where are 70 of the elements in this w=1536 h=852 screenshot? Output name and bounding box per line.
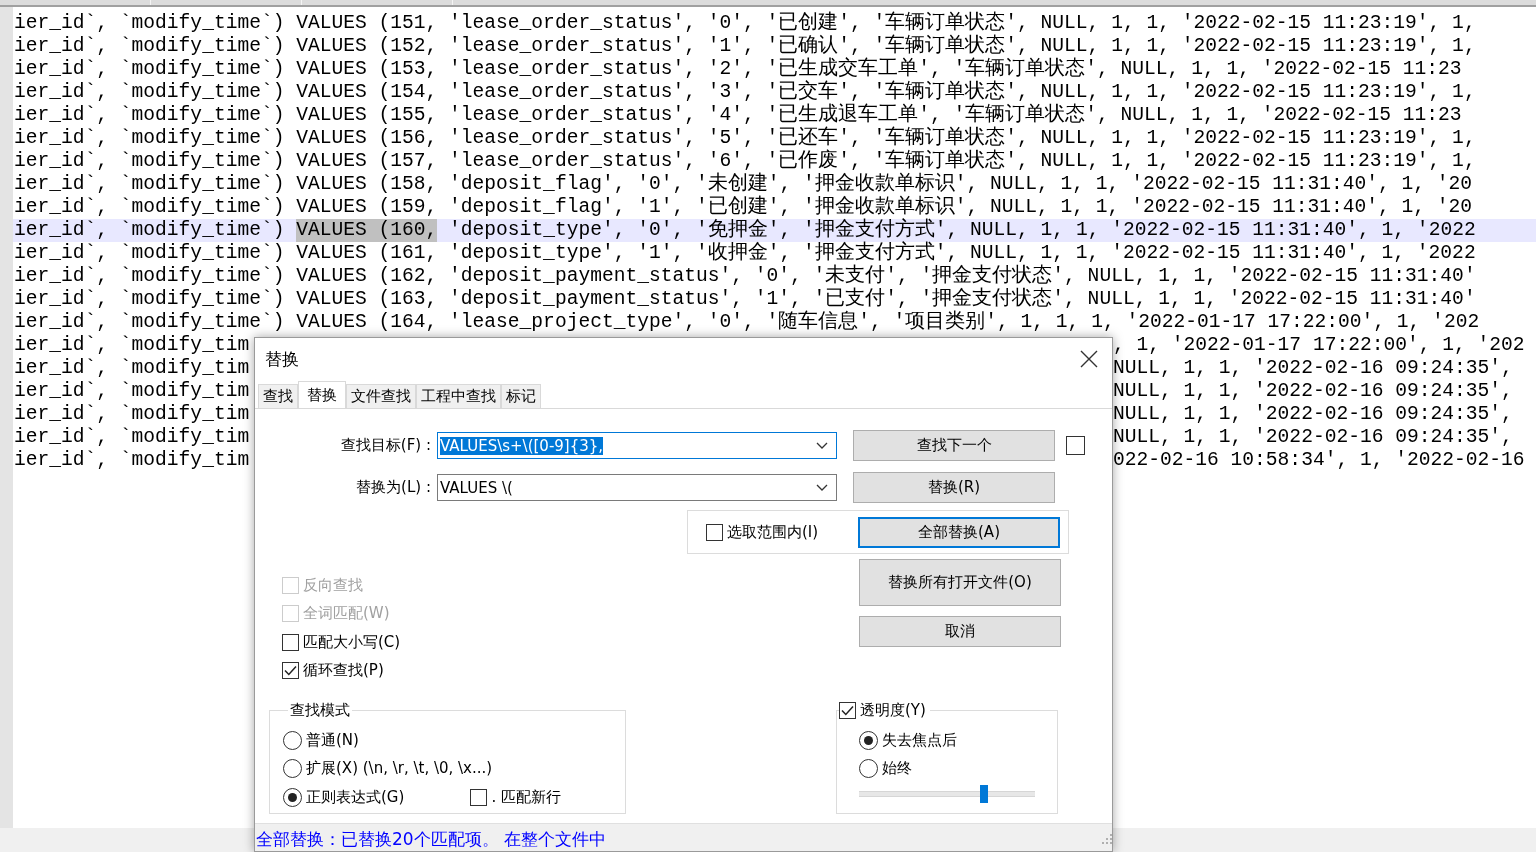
radio-label: 正则表达式(G) <box>306 787 405 807</box>
code-line: ier_id`, `modify_time`) VALUES (156, 'lease_order_status', '5', '已还车', '车辆订单状态', NULL, 1, 1, '2022-02-15 11:23:19', 1, <box>13 127 1477 149</box>
resize-grip-icon[interactable] <box>1102 834 1112 844</box>
code-line: ier_id`, `modify_time`) VALUES (162, 'deposit_payment_status', '0', '未支付', '押金支付状态', NULL, 1, 1, '2022-02-15 11:31:40' <box>13 265 1477 287</box>
field-label: 替换为(L) : <box>355 478 432 497</box>
radio-label: 失去焦点后 <box>882 730 957 750</box>
radio-button[interactable] <box>283 787 302 807</box>
code-line: ier_id`, `modify_time`) VALUES (152, 'lease_order_status', '1', '已确认', '车辆订单状态', NULL, 1, 1, '2022-02-15 11:23:19', 1, <box>13 35 1477 57</box>
radio-label: 普通(N) <box>306 730 359 750</box>
checkbox[interactable] <box>470 788 488 806</box>
code-line: ier_id`, `modify_time`) VALUES (158, 'deposit_flag', '0', '未创建', '押金收款单标识', NULL, 1, 1, '2022-02-15 11:31:40', 1, '20 <box>13 173 1474 195</box>
code-line: ier_id`, `modify_time`) VALUES (155, 'lease_order_status', '4', '已生成退车工单', '车辆订单状态', NULL, 1, 1, '2022-02-15 11:23 <box>13 104 1463 126</box>
checkbox[interactable] <box>839 702 856 719</box>
checkbox-label: 选取范围内(I) <box>727 522 819 542</box>
code-line: ier_id`, `modify_time`) VALUES (157, 'lease_order_status', '6', '已作废', '车辆订单状态', NULL, 1, 1, '2022-02-15 11:23:19', 1, <box>13 150 1477 172</box>
dialog-button[interactable]: 替换所有打开文件(O) <box>859 559 1061 606</box>
tab[interactable]: 工程中查找 <box>416 384 501 408</box>
checkbox[interactable] <box>706 523 723 541</box>
code-line: ier_id`, `modify_time`) VALUES (159, 'deposit_flag', '1', '已创建', '押金收款单标识', NULL, 1, 1, '2022-02-15 11:31:40', 1, '20 <box>13 196 1474 218</box>
field-label: 查找目标(F) : <box>339 436 432 455</box>
code-line: ier_id`, `modify_time`) VALUES (163, 'deposit_payment_status', '1', '已支付', '押金支付状态', NULL, 1, 1, '2022-02-15 11:31:40' <box>13 288 1477 310</box>
checkbox-label: 反向查找 <box>303 575 363 595</box>
code-text: , 1, '2022-01-17 17:22:00', 1, '202 <box>1113 334 1526 357</box>
code-text: NULL, 1, 1, '2022-02-16 09:24:35', <box>1113 403 1514 426</box>
radio-button[interactable] <box>859 759 878 779</box>
group-title: 查找模式 <box>289 701 351 720</box>
dialog-button[interactable]: 全部替换(A) <box>858 516 1060 548</box>
radio-label: 扩展(X) (\n, \r, \t, \0, \x...) <box>306 759 493 779</box>
radio-label: 始终 <box>882 759 912 779</box>
dialog-button[interactable]: 查找下一个 <box>853 430 1055 461</box>
radio-button[interactable] <box>283 730 302 750</box>
checkbox-label: 全词匹配(W) <box>303 604 390 624</box>
checkbox-label: 匹配大小写(C) <box>303 632 401 652</box>
tab[interactable]: 文件查找 <box>346 384 416 408</box>
code-text: NULL, 1, 1, '2022-02-16 09:24:35', <box>1113 380 1514 403</box>
checkbox[interactable] <box>282 662 299 680</box>
checkbox-label: 透明度(Y) <box>860 701 926 720</box>
code-text: 022-02-16 10:58:34', 1, '2022-02-16 <box>1113 449 1526 472</box>
combo-field[interactable]: VALUES \( <box>437 474 837 501</box>
status-text: 全部替换：已替换20个匹配项。 在整个文件中 <box>256 827 607 851</box>
tab[interactable]: 查找 <box>258 384 298 408</box>
code-line: ier_id`, `modify_time`) VALUES (151, 'lease_order_status', '0', '已创建', '车辆订单状态', NULL, 1, 1, '2022-02-15 11:23:19', 1, <box>13 12 1477 34</box>
code-text: NULL, 1, 1, '2022-02-16 09:24:35', <box>1113 426 1514 449</box>
code-line: ier_id`, `modify_time`) VALUES (154, 'lease_order_status', '3', '已交车', '车辆订单状态', NULL, 1, 1, '2022-02-15 11:23:19', 1, <box>13 81 1477 103</box>
checkbox[interactable] <box>1066 436 1085 455</box>
code-text: ier_id`, `modify_tim <box>14 357 250 380</box>
code-text: NULL, 1, 1, '2022-02-16 09:24:35', <box>1113 357 1514 380</box>
dialog-button[interactable]: 替换(R) <box>853 472 1055 503</box>
tab[interactable]: 标记 <box>501 384 541 408</box>
code-text: ier_id`, `modify_tim <box>14 380 250 403</box>
code-line: ier_id`, `modify_time`) VALUES (153, 'lease_order_status', '2', '已生成交车工单', '车辆订单状态', NULL, 1, 1, '2022-02-15 11:23 <box>13 58 1463 80</box>
code-text: ier_id`, `modify_tim <box>14 449 250 472</box>
chevron-icon[interactable] <box>816 483 828 492</box>
slider-thumb[interactable] <box>979 785 988 803</box>
code-line: ier_id`, `modify_time`) VALUES (164, 'lease_project_type', '0', '随车信息', '项目类别', 1, 1, 1, '2022-01-17 17:22:00', 1, '202 <box>13 311 1481 334</box>
checkbox[interactable] <box>282 633 299 651</box>
code-text: ier_id`, `modify_tim <box>14 403 250 426</box>
dialog-title: 替换 <box>265 347 299 371</box>
close-icon[interactable] <box>1080 350 1098 368</box>
checkbox-label: . 匹配新行 <box>491 787 561 807</box>
radio-button[interactable] <box>283 759 302 779</box>
code-text: ier_id`, `modify_tim <box>14 426 250 449</box>
dialog-button[interactable]: 取消 <box>859 616 1061 647</box>
code-line: ier_id`, `modify_time`) VALUES (161, 'deposit_type', '1', '收押金', '押金支付方式', NULL, 1, 1, '2022-02-15 11:31:40', 1, '2022 <box>13 242 1477 264</box>
radio-button[interactable] <box>859 730 878 750</box>
code-text: ier_id`, `modify_tim <box>14 334 250 357</box>
chevron-icon[interactable] <box>816 441 828 450</box>
checkbox-label: 循环查找(P) <box>303 661 384 681</box>
tab[interactable]: 替换 <box>298 381 346 408</box>
combo-field[interactable]: VALUES\s+\([0-9]{3}, <box>437 432 837 459</box>
